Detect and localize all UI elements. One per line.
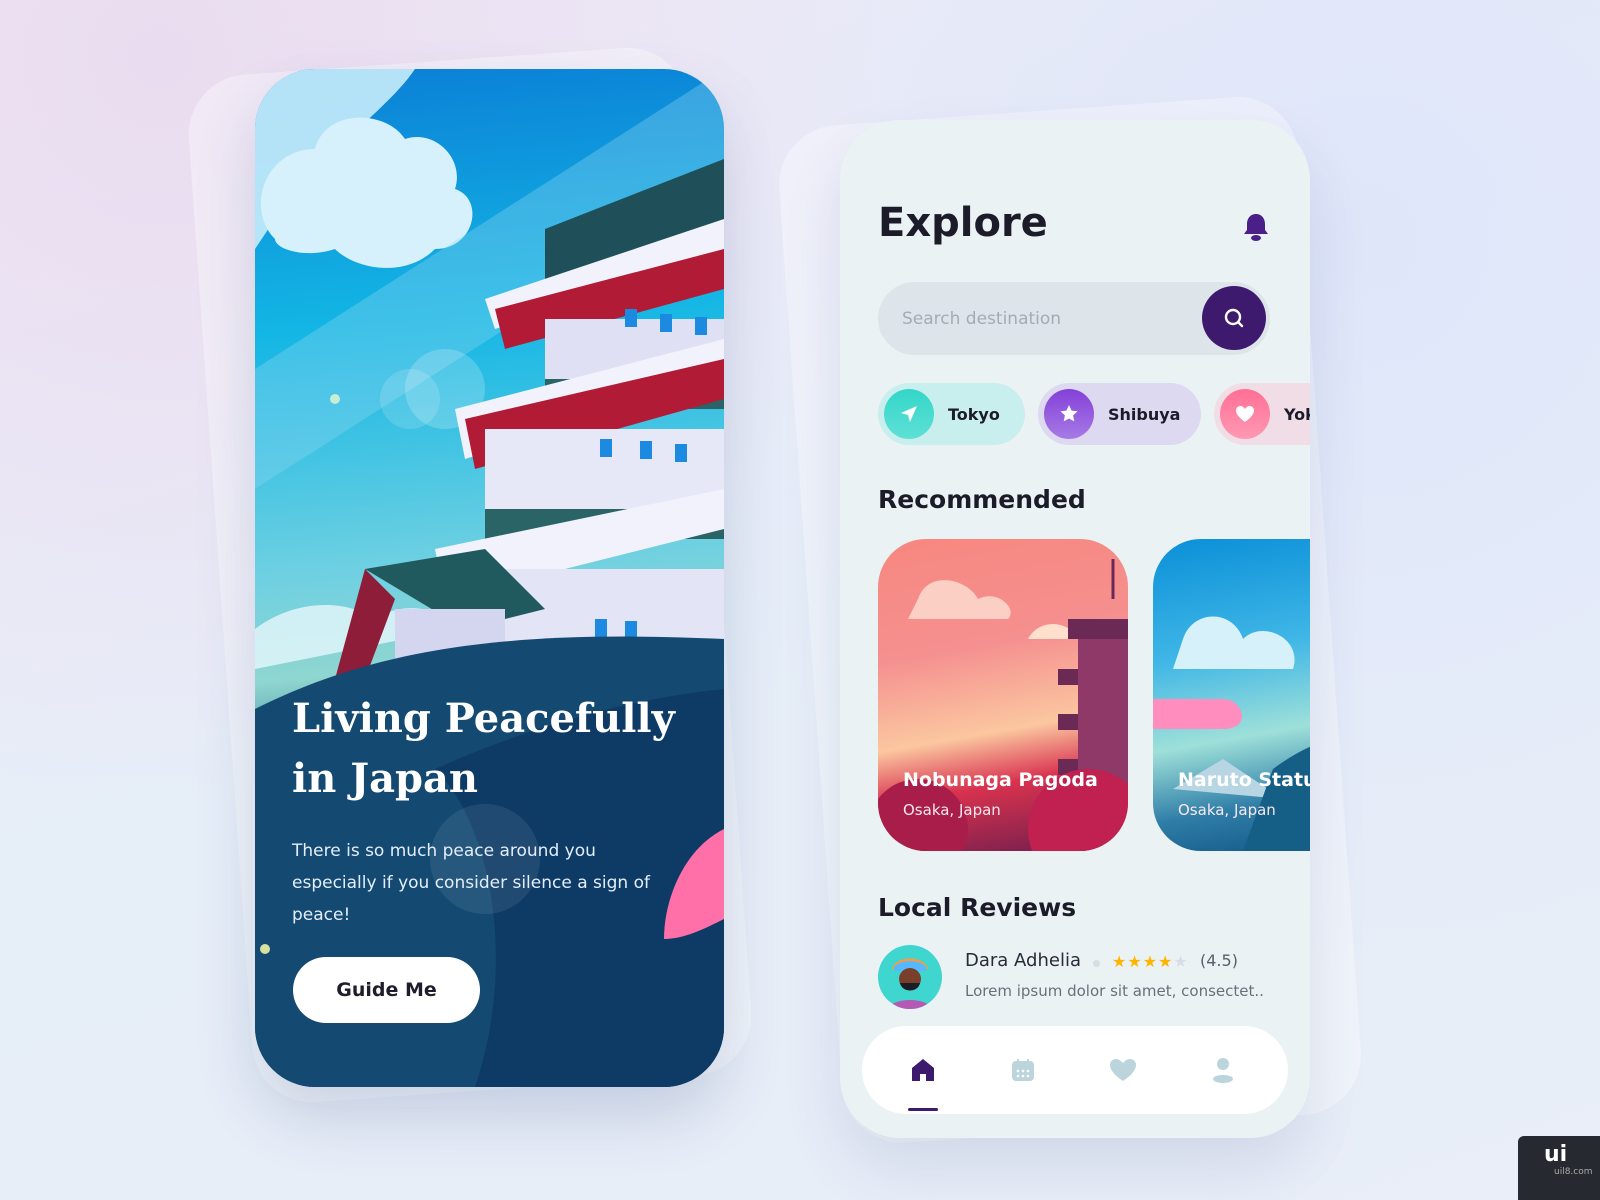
chip-tokyo[interactable]: Tokyo <box>878 383 1025 445</box>
star-icon <box>1044 389 1094 439</box>
hero-title: Living Peacefully in Japan <box>292 689 692 809</box>
nav-calendar[interactable] <box>1005 1052 1041 1088</box>
hero-title-line1: Living Peacefully <box>292 695 675 742</box>
calendar-icon <box>1012 1059 1034 1081</box>
watermark-logo: ui uil8.com <box>1518 1136 1600 1200</box>
search-input[interactable] <box>902 304 1182 334</box>
rating-value: (4.5) <box>1200 951 1238 970</box>
local-reviews-heading: Local Reviews <box>878 893 1077 922</box>
recommended-card[interactable]: Naruto Statu Osaka, Japan <box>1153 539 1310 851</box>
bottom-nav <box>862 1026 1288 1114</box>
hero-description: There is so much peace around you especi… <box>292 841 650 925</box>
nav-home[interactable] <box>905 1052 941 1088</box>
search-button[interactable] <box>1202 286 1266 350</box>
star-empty-icon: ★ <box>1173 952 1189 971</box>
japan-castle-illustration <box>255 69 724 1087</box>
hero-title-line2: in Japan <box>292 755 479 802</box>
recommended-heading: Recommended <box>878 485 1086 514</box>
bell-icon[interactable] <box>1242 212 1270 246</box>
chip-label: Shibuya <box>1108 404 1181 424</box>
search-icon <box>1224 308 1244 328</box>
review-text: Lorem ipsum dolor sit amet, consectet.. <box>965 982 1264 1000</box>
separator-dot <box>1093 960 1100 967</box>
heart-icon <box>1220 389 1270 439</box>
page-title: Explore <box>878 200 1048 246</box>
chip-yok[interactable]: Yok <box>1214 383 1310 445</box>
chip-shibuya[interactable]: Shibuya <box>1038 383 1201 445</box>
card-location: Osaka, Japan <box>903 801 1001 819</box>
guide-me-button[interactable]: Guide Me <box>293 957 480 1023</box>
nav-profile[interactable] <box>1205 1052 1241 1088</box>
explore-screen: Explore Tokyo Shibuya Yok Recommended No… <box>840 120 1310 1138</box>
star-rating: ★★★★★ <box>1112 952 1189 971</box>
card-title: Naruto Statu <box>1178 769 1310 791</box>
recommended-card[interactable]: Nobunaga Pagoda Osaka, Japan <box>878 539 1128 851</box>
avatar[interactable] <box>878 945 942 1009</box>
chip-label: Tokyo <box>948 404 1000 424</box>
user-icon <box>1213 1058 1233 1083</box>
reviewer-name: Dara Adhelia <box>965 950 1081 971</box>
search-bar <box>878 282 1270 355</box>
card-title: Nobunaga Pagoda <box>903 769 1098 791</box>
chip-label: Yok <box>1284 404 1310 424</box>
card-location: Osaka, Japan <box>1178 801 1276 819</box>
home-icon <box>912 1059 934 1081</box>
active-tab-indicator <box>908 1108 938 1111</box>
onboarding-screen: Living Peacefully in Japan There is so mu… <box>255 69 724 1087</box>
nav-favorites[interactable] <box>1105 1052 1141 1088</box>
star-icon: ★★★★ <box>1112 952 1174 971</box>
paper-plane-icon <box>884 389 934 439</box>
heart-icon <box>1110 1059 1136 1081</box>
